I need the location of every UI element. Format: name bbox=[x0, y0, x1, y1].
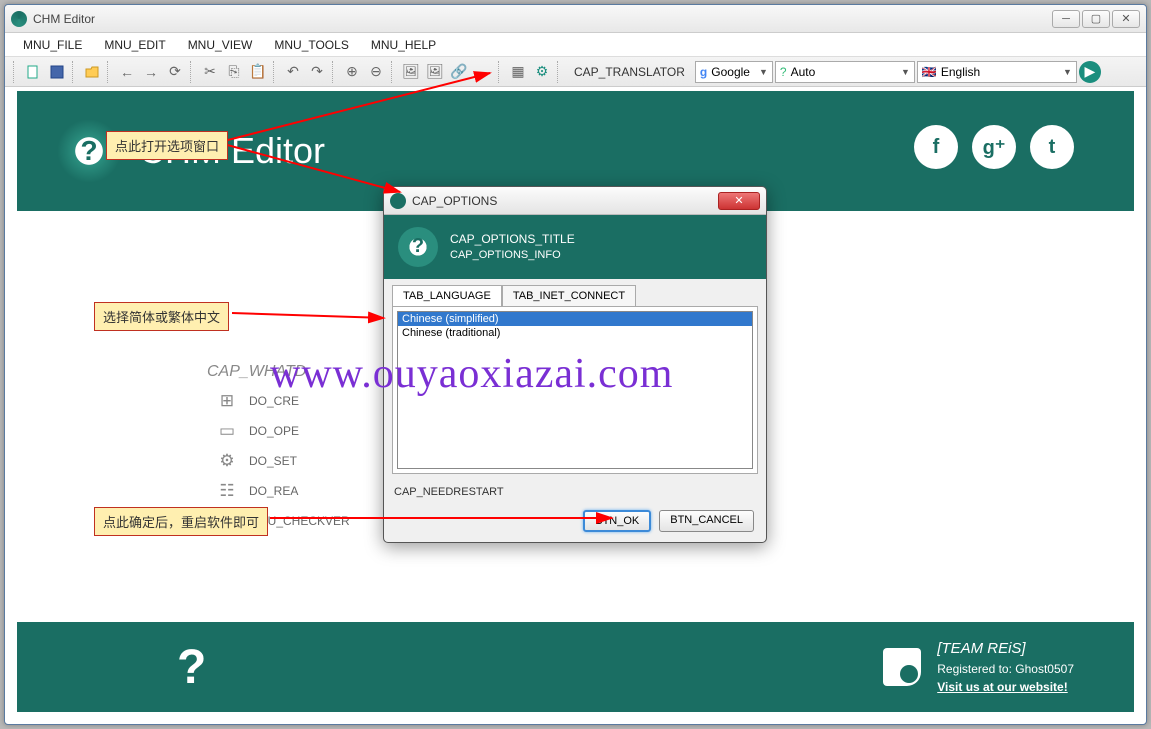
team-logo-icon bbox=[883, 648, 921, 686]
back-icon[interactable]: ← bbox=[116, 61, 138, 83]
twitter-icon[interactable]: t bbox=[1030, 125, 1074, 169]
menu-edit[interactable]: MNU_EDIT bbox=[94, 35, 175, 55]
annot-2: 选择简体或繁体中文 bbox=[94, 302, 229, 331]
options-dialog: CAP_OPTIONS ✕ CAP_OPTIONS_TITLE CAP_OPTI… bbox=[383, 186, 767, 543]
close-button[interactable]: ✕ bbox=[1112, 10, 1140, 28]
cancel-button[interactable]: BTN_CANCEL bbox=[659, 510, 754, 532]
redo-icon[interactable]: ↷ bbox=[306, 61, 328, 83]
restart-caption: CAP_NEEDRESTART bbox=[384, 480, 766, 504]
gear-icon: ⚙ bbox=[217, 451, 237, 471]
annot-3: 点此确定后，重启软件即可 bbox=[94, 507, 268, 536]
link-icon[interactable]: 🔗 bbox=[448, 61, 470, 83]
annot-1: 点此打开选项窗口 bbox=[106, 131, 228, 160]
hr-icon[interactable]: ― bbox=[472, 61, 494, 83]
help-icon[interactable]: ? bbox=[177, 640, 206, 695]
flag-icon: 🇬🇧 bbox=[922, 65, 937, 79]
dialog-icon bbox=[390, 193, 406, 209]
undo-icon[interactable]: ↶ bbox=[282, 61, 304, 83]
open-icon[interactable] bbox=[81, 61, 103, 83]
dialog-head-title: CAP_OPTIONS_TITLE bbox=[450, 232, 575, 248]
refresh-icon[interactable]: ⟳ bbox=[164, 61, 186, 83]
maximize-button[interactable]: ▢ bbox=[1082, 10, 1110, 28]
toolbar: ← → ⟳ ✂ ⎘ 📋 ↶ ↷ ⊕ ⊖ 🖼 🖼 🔗 ― ▦ ⚙ CAP_TRAN… bbox=[5, 57, 1146, 87]
titlebar: CHM Editor ─ ▢ ✕ bbox=[5, 5, 1146, 33]
table-icon[interactable]: ▦ bbox=[507, 61, 529, 83]
facebook-icon[interactable]: f bbox=[914, 125, 958, 169]
engine-select[interactable]: gGoogle▼ bbox=[695, 61, 773, 83]
dialog-header: CAP_OPTIONS_TITLE CAP_OPTIONS_INFO bbox=[384, 215, 766, 279]
cut-icon[interactable]: ✂ bbox=[199, 61, 221, 83]
translator-cap: CAP_TRANSLATOR bbox=[566, 65, 693, 79]
window-title: CHM Editor bbox=[33, 12, 1052, 26]
dialog-header-icon bbox=[398, 227, 438, 267]
tab-body: Chinese (simplified) Chinese (traditiona… bbox=[392, 306, 758, 474]
do-open[interactable]: ▭DO_OPE bbox=[217, 421, 350, 441]
zoomin-icon[interactable]: ⊕ bbox=[341, 61, 363, 83]
zoomout-icon[interactable]: ⊖ bbox=[365, 61, 387, 83]
visit-link[interactable]: Visit us at our website! bbox=[937, 678, 1074, 696]
paste-icon[interactable]: 📋 bbox=[247, 61, 269, 83]
menu-tools[interactable]: MNU_TOOLS bbox=[264, 35, 358, 55]
menubar: MNU_FILE MNU_EDIT MNU_VIEW MNU_TOOLS MNU… bbox=[5, 33, 1146, 57]
do-read[interactable]: ☷DO_REA bbox=[217, 481, 350, 501]
dialog-title: CAP_OPTIONS bbox=[412, 194, 718, 208]
forward-icon[interactable]: → bbox=[140, 61, 162, 83]
image-icon[interactable]: 🖼 bbox=[400, 61, 422, 83]
dialog-close-button[interactable]: ✕ bbox=[718, 192, 760, 210]
menu-file[interactable]: MNU_FILE bbox=[13, 35, 92, 55]
open2-icon: ▭ bbox=[217, 421, 237, 441]
dialog-head-info: CAP_OPTIONS_INFO bbox=[450, 248, 575, 262]
team-name: [TEAM REiS] bbox=[937, 638, 1074, 661]
tab-language[interactable]: TAB_LANGUAGE bbox=[392, 285, 502, 306]
dstlang-select[interactable]: 🇬🇧English▼ bbox=[917, 61, 1077, 83]
ok-button[interactable]: BTN_OK bbox=[583, 510, 651, 532]
whatdo-caption: CAP_WHATD bbox=[207, 363, 306, 381]
read-icon: ☷ bbox=[217, 481, 237, 501]
create-icon: ⊞ bbox=[217, 391, 237, 411]
language-list[interactable]: Chinese (simplified) Chinese (traditiona… bbox=[397, 311, 753, 469]
images-icon[interactable]: 🖼 bbox=[424, 61, 446, 83]
copy-icon[interactable]: ⎘ bbox=[223, 61, 245, 83]
registered-to: Registered to: Ghost0507 bbox=[937, 660, 1074, 678]
srclang-select[interactable]: ?Auto▼ bbox=[775, 61, 915, 83]
save-icon[interactable] bbox=[46, 61, 68, 83]
tab-inet[interactable]: TAB_INET_CONNECT bbox=[502, 285, 636, 306]
go-icon[interactable]: ▶ bbox=[1079, 61, 1101, 83]
options-icon[interactable]: ⚙ bbox=[531, 61, 553, 83]
menu-help[interactable]: MNU_HELP bbox=[361, 35, 446, 55]
footer: ? [TEAM REiS] Registered to: Ghost0507 V… bbox=[17, 622, 1134, 712]
do-settings[interactable]: ⚙DO_SET bbox=[217, 451, 350, 471]
do-create[interactable]: ⊞DO_CRE bbox=[217, 391, 350, 411]
lang-chinese-simplified[interactable]: Chinese (simplified) bbox=[398, 312, 752, 326]
new-icon[interactable] bbox=[22, 61, 44, 83]
menu-view[interactable]: MNU_VIEW bbox=[178, 35, 263, 55]
dialog-titlebar: CAP_OPTIONS ✕ bbox=[384, 187, 766, 215]
gplus-icon[interactable]: g⁺ bbox=[972, 125, 1016, 169]
lang-chinese-traditional[interactable]: Chinese (traditional) bbox=[398, 326, 752, 340]
minimize-button[interactable]: ─ bbox=[1052, 10, 1080, 28]
app-icon bbox=[11, 11, 27, 27]
